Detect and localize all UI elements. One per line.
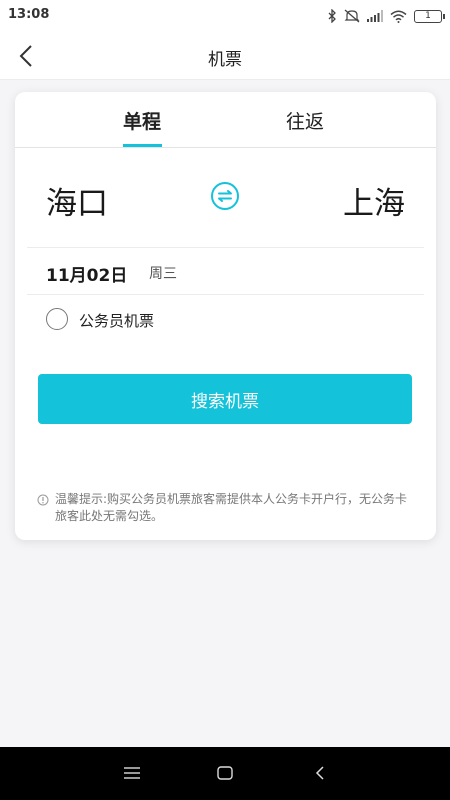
route-row: 海口 上海 <box>15 148 436 248</box>
nav-menu-button[interactable] <box>120 761 144 785</box>
info-icon <box>37 494 49 506</box>
mute-icon <box>344 9 360 23</box>
notice: 温馨提示:购买公务员机票旅客需提供本人公务卡开户行，无公务卡旅客此处无需勾选。 <box>37 491 417 525</box>
signal-icon <box>367 10 383 22</box>
menu-icon <box>124 767 140 779</box>
notice-text: 温馨提示:购买公务员机票旅客需提供本人公务卡开户行，无公务卡旅客此处无需勾选。 <box>55 492 408 523</box>
app-header: 机票 <box>0 32 450 80</box>
back-icon <box>315 766 324 780</box>
departure-date-row[interactable]: 11月02日 周三 <box>15 250 436 294</box>
search-flights-button[interactable]: 搜索机票 <box>38 374 412 424</box>
status-bar: 13:08 1 <box>0 0 450 32</box>
home-icon <box>217 766 233 780</box>
status-time: 13:08 <box>8 7 50 22</box>
divider <box>27 294 424 295</box>
departure-city[interactable]: 海口 <box>46 178 108 223</box>
trip-type-tabs: 单程 往返 <box>15 92 436 148</box>
bluetooth-icon <box>328 9 336 23</box>
status-icons: 1 <box>327 7 445 25</box>
tab-one-way[interactable]: 单程 <box>123 107 161 134</box>
civil-servant-radio[interactable] <box>46 308 68 330</box>
battery-level: 1 <box>425 10 431 21</box>
swap-cities-button[interactable] <box>210 181 240 211</box>
system-nav-bar <box>0 747 450 800</box>
civil-servant-option[interactable]: 公务员机票 <box>15 296 436 340</box>
tab-round-trip[interactable]: 往返 <box>286 107 324 134</box>
active-tab-indicator <box>123 144 162 147</box>
nav-back-button[interactable] <box>308 761 332 785</box>
arrival-city[interactable]: 上海 <box>343 178 405 223</box>
departure-weekday: 周三 <box>149 266 177 282</box>
swap-icon <box>211 182 239 210</box>
civil-servant-label: 公务员机票 <box>79 312 155 330</box>
page-title: 机票 <box>208 50 242 70</box>
nav-home-button[interactable] <box>213 761 237 785</box>
wifi-icon <box>390 10 407 23</box>
departure-date: 11月02日 <box>46 266 128 286</box>
battery-icon: 1 <box>414 9 445 23</box>
booking-card: 单程 往返 海口 上海 11月02日 周三 公务员机票 搜索机票 温馨提示:购买… <box>15 92 436 540</box>
divider <box>27 247 424 248</box>
